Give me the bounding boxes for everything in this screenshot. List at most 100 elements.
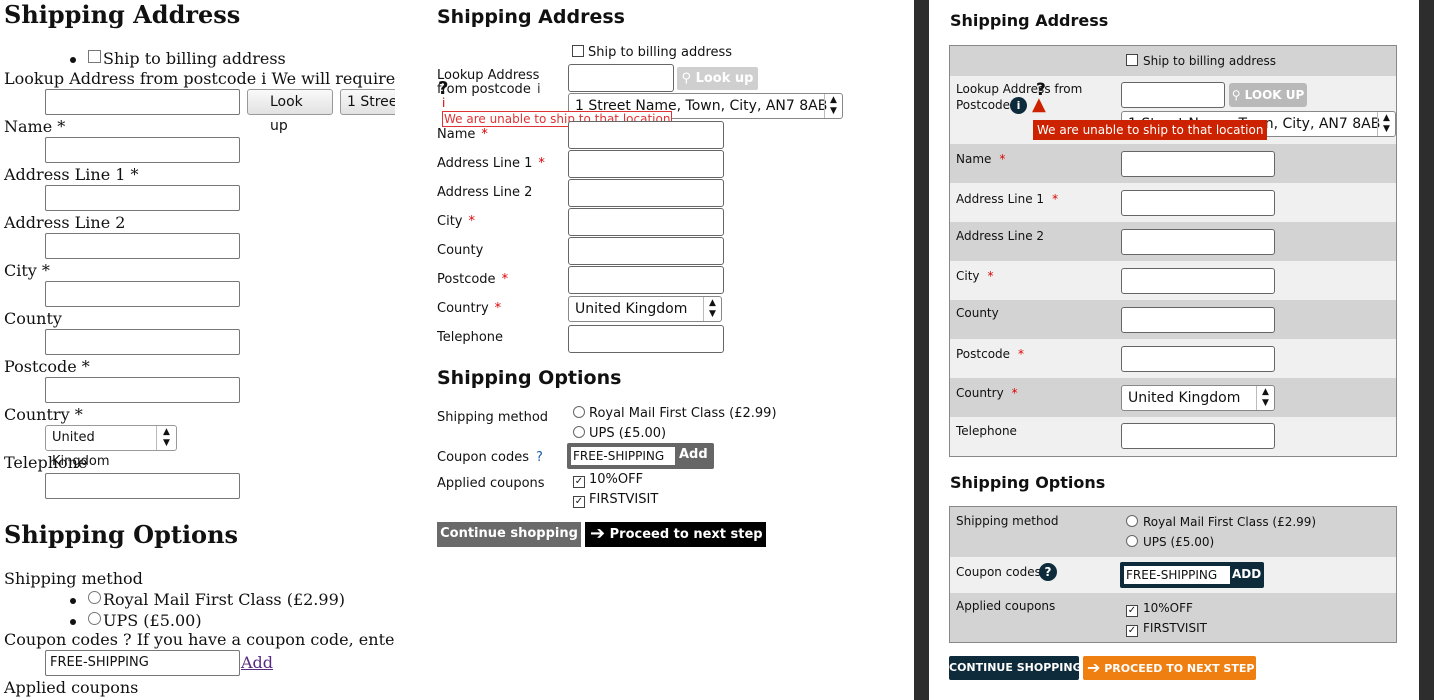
required-mark: * [481, 127, 488, 142]
shipping-method-row: Shipping method Royal Mail First Class (… [950, 507, 1396, 557]
name-row: Name * [950, 144, 1396, 183]
shipping-address-heading: Shipping Address [4, 0, 241, 29]
add-coupon-button[interactable]: Add [679, 447, 708, 462]
coupon-firstvisit-item[interactable]: ✓ FIRSTVISIT [573, 492, 658, 508]
coupon-help-icon[interactable]: ? [536, 450, 543, 465]
method-royal-mail-option[interactable]: Royal Mail First Class (£2.99) [573, 406, 777, 421]
method-ups-option[interactable]: UPS (£5.00) [573, 426, 666, 441]
continue-shopping-button[interactable]: CONTINUE SHOPPING [949, 656, 1082, 680]
name-input[interactable] [45, 137, 240, 163]
coupon-codes-row: Coupon codes ? FREE-SHIPPING ADD [950, 557, 1396, 593]
ship-to-billing-checkbox[interactable] [88, 50, 101, 63]
coupon-10off-checkbox[interactable]: ✓ [573, 476, 585, 488]
lookup-button[interactable]: ⚲ LOOK UP [1229, 83, 1307, 107]
address-line-1-input[interactable] [45, 185, 240, 211]
proceed-button-label: Proceed to next step [609, 527, 763, 542]
add-coupon-link[interactable]: Add [241, 653, 273, 672]
county-input[interactable] [45, 329, 240, 355]
coupon-code-input[interactable]: FREE-SHIPPING [1124, 566, 1230, 584]
info-icon[interactable]: i [537, 82, 541, 97]
name-input[interactable] [1121, 151, 1275, 177]
lookup-postcode-input[interactable] [45, 89, 240, 115]
ship-to-billing-item[interactable]: Ship to billing address [70, 49, 286, 68]
city-input[interactable] [45, 281, 240, 307]
county-row: County [950, 300, 1396, 339]
ship-to-billing-option[interactable]: Ship to billing address [572, 45, 732, 60]
ups-label: UPS (£5.00) [589, 426, 667, 441]
coupon-10off-item[interactable]: ✓ 10%OFF [1126, 601, 1193, 617]
required-mark: * [987, 269, 994, 283]
lookup-postcode-input[interactable] [1121, 82, 1225, 108]
magnifier-icon: ⚲ [681, 71, 692, 86]
county-input[interactable] [568, 237, 724, 265]
themed-form-panel: Shipping Address Ship to billing address… [929, 0, 1419, 700]
postcode-input[interactable] [1121, 346, 1275, 372]
royal-mail-radio[interactable] [88, 591, 101, 604]
required-mark: * [999, 152, 1006, 166]
city-label-text: City [437, 214, 463, 229]
coupon-firstvisit-checkbox[interactable]: ✓ [1126, 625, 1138, 637]
telephone-row: Telephone [950, 417, 1396, 456]
county-input[interactable] [1121, 307, 1275, 333]
address-line-1-label: Address Line 1 * [437, 156, 545, 171]
coupon-10off-checkbox[interactable]: ✓ [1126, 605, 1138, 617]
name-label-text: Name [956, 152, 992, 166]
address-select[interactable]: 1 Street Name, Town, City, AN7 8AB [340, 89, 395, 115]
telephone-label: Telephone [956, 424, 1017, 438]
proceed-button[interactable]: ➔ Proceed to next step [585, 522, 766, 547]
method-royal-mail-option[interactable]: Royal Mail First Class (£2.99) [1126, 515, 1316, 529]
telephone-input[interactable] [568, 325, 724, 353]
add-coupon-button[interactable]: ADD [1232, 567, 1261, 581]
city-input[interactable] [568, 208, 724, 236]
country-select[interactable]: United Kingdom ▲ ▼ [1121, 385, 1275, 411]
method-ups-item[interactable]: UPS (£5.00) [70, 611, 202, 630]
lookup-address-label: Lookup Address [437, 68, 540, 83]
address-line-2-label: Address Line 2 [4, 213, 126, 232]
postcode-input[interactable] [45, 377, 240, 403]
coupon-firstvisit-checkbox[interactable]: ✓ [573, 496, 585, 508]
telephone-input[interactable] [45, 473, 240, 499]
method-royal-mail-item[interactable]: Royal Mail First Class (£2.99) [70, 590, 345, 609]
postcode-input[interactable] [568, 266, 724, 294]
ups-radio[interactable] [88, 612, 101, 625]
country-select[interactable]: United Kingdom ▲ ▼ [45, 425, 177, 469]
ship-to-billing-option[interactable]: Ship to billing address [1126, 54, 1276, 68]
bullet-icon [70, 597, 76, 604]
ship-to-billing-checkbox[interactable] [1126, 54, 1138, 66]
info-icon[interactable]: i [1010, 97, 1027, 114]
royal-mail-radio[interactable] [573, 406, 585, 418]
city-input[interactable] [1121, 268, 1275, 294]
lookup-address-label-line2: from postcode [437, 82, 531, 97]
coupon-help-icon[interactable]: ? [1039, 563, 1057, 581]
city-label: City * [956, 269, 994, 283]
ups-radio[interactable] [573, 426, 585, 438]
address-line-1-input[interactable] [568, 150, 724, 178]
lookup-address-label-line2: Postcode [956, 98, 1011, 112]
city-label: City * [4, 261, 50, 280]
address-line-2-input[interactable] [568, 179, 724, 207]
continue-shopping-button[interactable]: Continue shopping [437, 522, 581, 547]
required-mark: * [468, 214, 475, 229]
lookup-postcode-input[interactable] [568, 64, 674, 92]
country-select[interactable]: United Kingdom ▲ ▼ [568, 296, 722, 322]
coupon-code-input[interactable]: FREE-SHIPPING [45, 650, 240, 676]
telephone-input[interactable] [1121, 423, 1275, 449]
address-line-2-input[interactable] [1121, 229, 1275, 255]
country-label-text: Country [956, 386, 1004, 400]
proceed-button[interactable]: ➔ PROCEED TO NEXT STEP [1083, 656, 1256, 680]
royal-mail-radio[interactable] [1126, 515, 1138, 527]
name-input[interactable] [568, 121, 724, 149]
address-line-1-input[interactable] [1121, 190, 1275, 216]
ups-radio[interactable] [1126, 535, 1138, 547]
select-arrows-icon: ▲ ▼ [703, 297, 721, 321]
coupon-10off-item[interactable]: ✓ 10%OFF [573, 472, 643, 488]
name-label: Name * [956, 152, 1005, 166]
lookup-button[interactable]: Look up [247, 89, 333, 134]
postcode-label: Postcode * [956, 347, 1024, 361]
ship-to-billing-checkbox[interactable] [572, 45, 584, 57]
address-line-2-input[interactable] [45, 233, 240, 259]
coupon-firstvisit-item[interactable]: ✓ FIRSTVISIT [1126, 621, 1207, 637]
lookup-button[interactable]: ⚲ Look up [677, 67, 758, 90]
coupon-code-input[interactable]: FREE-SHIPPING [571, 447, 675, 465]
method-ups-option[interactable]: UPS (£5.00) [1126, 535, 1214, 549]
